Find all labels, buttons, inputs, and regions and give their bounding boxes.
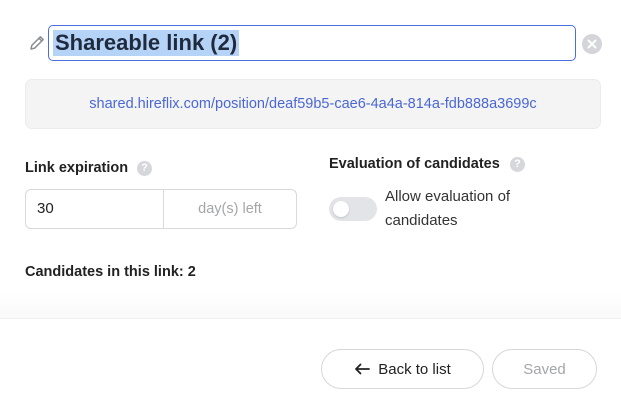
toggle-knob (333, 201, 349, 217)
link-expiration-label: Link expiration (25, 160, 129, 176)
evaluation-toggle-label: Allow evaluation of candidates (385, 188, 511, 229)
saved-label: Saved (523, 360, 566, 378)
title-text: Shareable link (2) (53, 30, 240, 56)
expiration-days-input[interactable]: 30 (25, 189, 165, 229)
candidates-count-label: Candidates in this link: 2 (25, 264, 196, 280)
help-icon[interactable]: ? (137, 161, 152, 176)
title-input[interactable]: Shareable link (2) (48, 25, 576, 61)
pencil-icon (30, 36, 44, 50)
clear-title-button[interactable] (582, 34, 602, 54)
back-to-list-button[interactable]: Back to list (321, 349, 484, 389)
share-url-box[interactable]: shared.hireflix.com/position/deaf59b5-ca… (25, 79, 601, 129)
evaluation-label: Evaluation of candidates (329, 156, 500, 172)
section-divider (0, 292, 621, 319)
close-icon (587, 39, 597, 49)
evaluation-toggle[interactable] (329, 197, 377, 221)
expiration-days-suffix: day(s) left (163, 189, 297, 229)
arrow-left-icon (355, 363, 371, 375)
back-to-list-label: Back to list (378, 360, 451, 378)
share-url-link[interactable]: shared.hireflix.com/position/deaf59b5-ca… (26, 80, 600, 128)
saved-button: Saved (492, 349, 597, 389)
help-icon[interactable]: ? (510, 157, 525, 172)
